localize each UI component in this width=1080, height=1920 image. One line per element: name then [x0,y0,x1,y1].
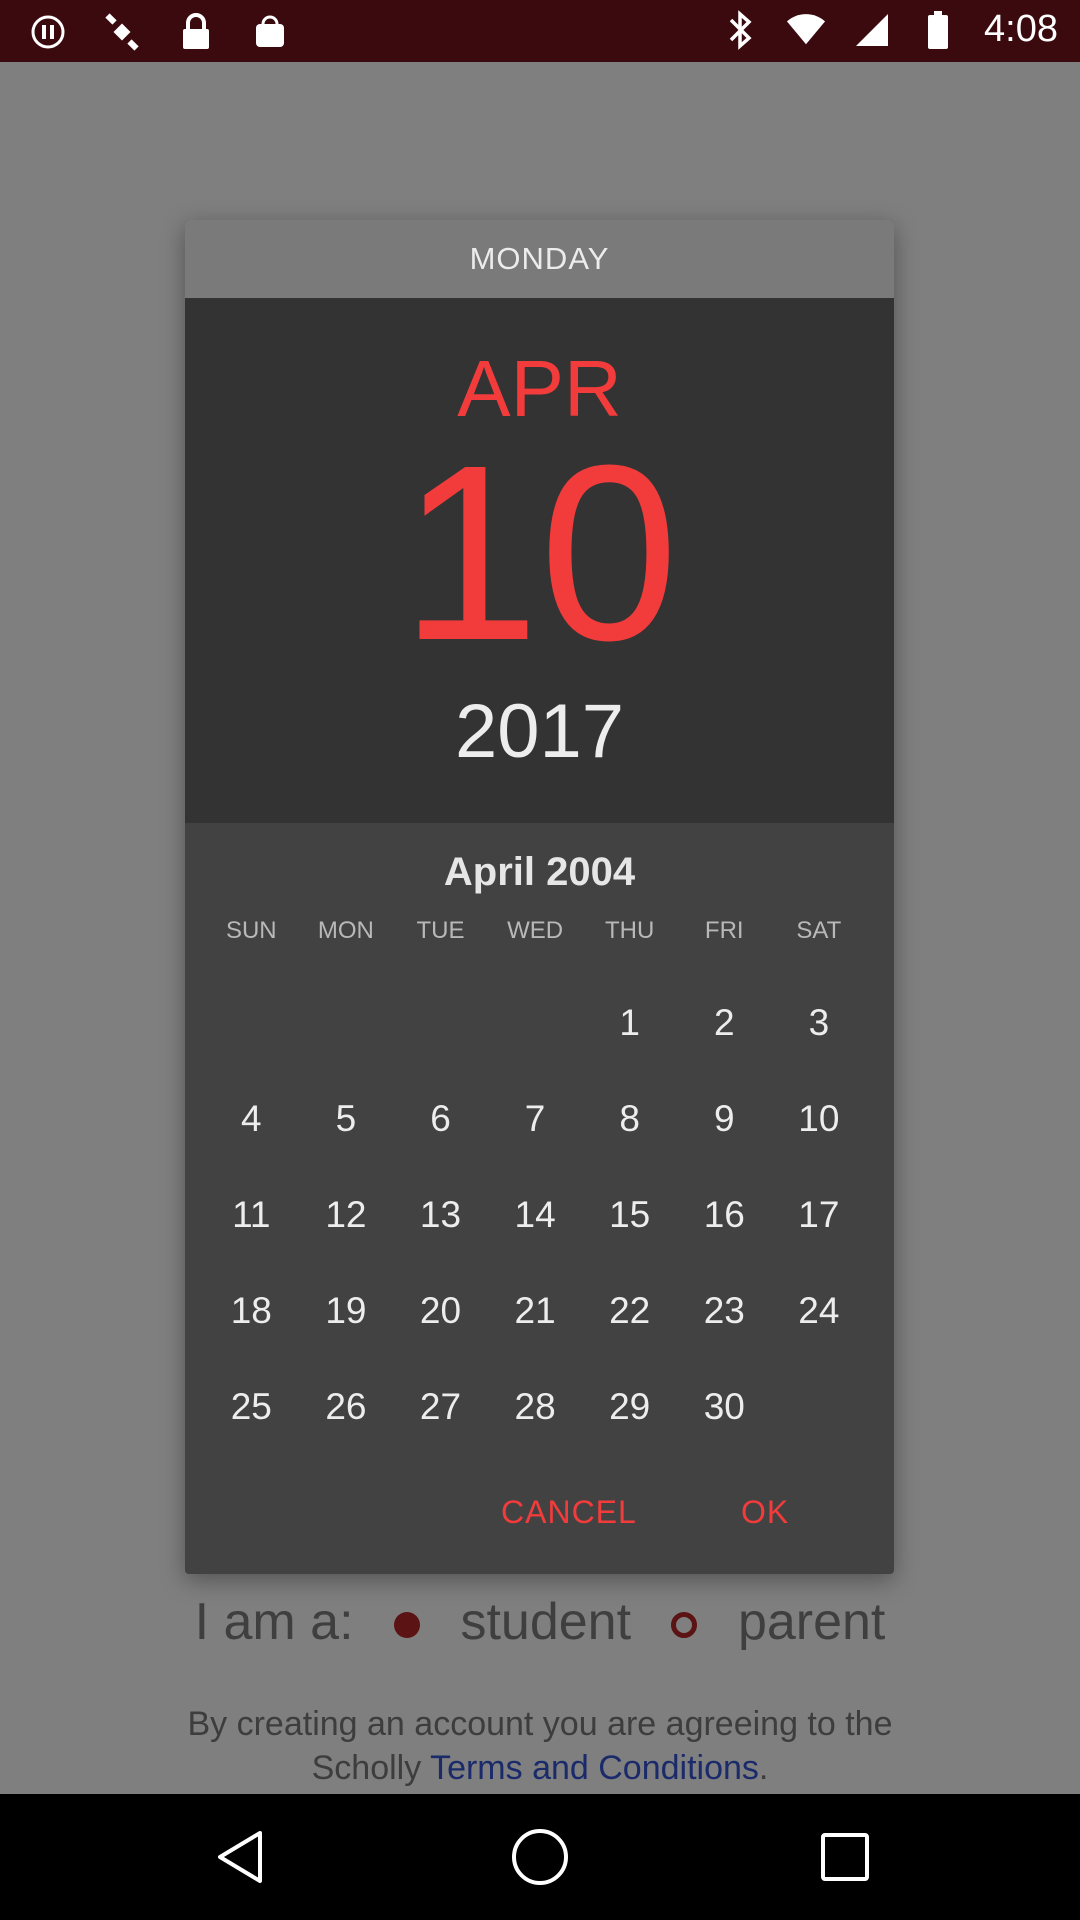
selected-day-name: MONDAY [185,220,894,298]
terms-line-1: By creating an account you are agreeing … [187,1705,893,1743]
calendar-day-15[interactable]: 15 [582,1167,677,1263]
weekday-mon: MON [317,917,374,944]
bag-icon [250,12,290,52]
recents-icon[interactable] [815,1827,875,1887]
calendar-day-23[interactable]: 23 [677,1263,772,1359]
pause-circle-icon [28,12,68,52]
weekday-sun: SUN [225,917,277,944]
ok-button[interactable]: OK [727,1482,803,1543]
empty-cell [488,975,583,1071]
student-radio[interactable] [394,1612,420,1639]
calendar-day-4[interactable]: 4 [204,1071,299,1167]
calendar-day-2[interactable]: 2 [677,975,772,1071]
calendar-day-19[interactable]: 19 [299,1263,394,1359]
calendar-day-18[interactable]: 18 [204,1263,299,1359]
calendar-day-25[interactable]: 25 [204,1359,299,1455]
empty-cell [393,975,488,1071]
calendar-day-28[interactable]: 28 [488,1359,583,1455]
calendar-day-27[interactable]: 27 [393,1359,488,1455]
calendar-day-5[interactable]: 5 [299,1071,394,1167]
calendar-day-17[interactable]: 17 [772,1167,867,1263]
calendar-day-13[interactable]: 13 [393,1167,488,1263]
calendar-grid: 1 2 3 4 5 6 7 8 9 10 11 12 13 14 15 16 17 18 19 20 21 22 23 24 2… [204,975,864,1455]
wifi-icon [786,10,826,50]
clock-time: 4:08 [984,8,1058,50]
weekday-header: SUN MON TUE WED THU FRI SAT [204,917,864,945]
parent-label[interactable]: parent [738,1593,885,1651]
date-picker-header: APR 10 2017 [185,298,894,823]
calendar-day-16[interactable]: 16 [677,1167,772,1263]
empty-cell [299,975,394,1071]
terms-suffix: . [758,1749,769,1787]
terms-prefix: Scholly [311,1749,422,1787]
role-selector: I am a: student parent [0,1592,1080,1652]
weekday-wed: WED [507,917,564,944]
navigation-bar [0,1794,1080,1920]
calendar-day-8[interactable]: 8 [582,1071,677,1167]
bluetooth-icon [720,9,760,50]
home-icon[interactable] [510,1827,570,1887]
back-icon[interactable] [210,1827,270,1887]
empty-cell [204,975,299,1071]
terms-line-2: Scholly Terms and Conditions. [0,1746,1080,1790]
selected-year[interactable]: 2017 [185,688,894,775]
weekday-sat: SAT [796,917,842,944]
calendar-day-12[interactable]: 12 [299,1167,394,1263]
student-label[interactable]: student [460,1593,631,1651]
calendar-day-10[interactable]: 10 [772,1071,867,1167]
terms-link[interactable]: Terms and Conditions [430,1749,759,1787]
calendar-day-3[interactable]: 3 [772,975,867,1071]
calendar-day-14[interactable]: 14 [488,1167,583,1263]
calendar-day-22[interactable]: 22 [582,1263,677,1359]
calendar-day-20[interactable]: 20 [393,1263,488,1359]
lock-icon [176,12,216,52]
dialog-actions: CANCEL OK [185,1482,894,1562]
signal-icon [852,10,892,50]
calendar-day-24[interactable]: 24 [772,1263,867,1359]
calendar-day-26[interactable]: 26 [299,1359,394,1455]
calendar-day-9[interactable]: 9 [677,1071,772,1167]
calendar-day-1[interactable]: 1 [582,975,677,1071]
date-picker-dialog: MONDAY APR 10 2017 April 2004 SUN MON TUE W… [185,220,894,1574]
calendar-day-11[interactable]: 11 [204,1167,299,1263]
status-bar-right: 4:08 [720,8,1058,51]
cancel-button[interactable]: CANCEL [487,1482,651,1543]
weekday-tue: TUE [416,917,465,944]
weekday-fri: FRI [704,917,744,944]
terms-text: By creating an account you are agreeing … [0,1702,1080,1790]
calendar-day-7[interactable]: 7 [488,1071,583,1167]
fake-gps-icon [102,12,142,52]
status-bar-left [28,12,290,52]
role-prompt: I am a: [194,1593,354,1651]
calendar-day-29[interactable]: 29 [582,1359,677,1455]
calendar-month-title: April 2004 [443,850,636,894]
selected-day[interactable]: 10 [185,428,894,678]
battery-icon [918,10,958,50]
parent-radio[interactable] [671,1612,698,1639]
status-bar: 4:08 [0,0,1080,62]
calendar-day-30[interactable]: 30 [677,1359,772,1455]
calendar-day-6[interactable]: 6 [393,1071,488,1167]
calendar-day-21[interactable]: 21 [488,1263,583,1359]
weekday-thu: THU [605,917,655,944]
